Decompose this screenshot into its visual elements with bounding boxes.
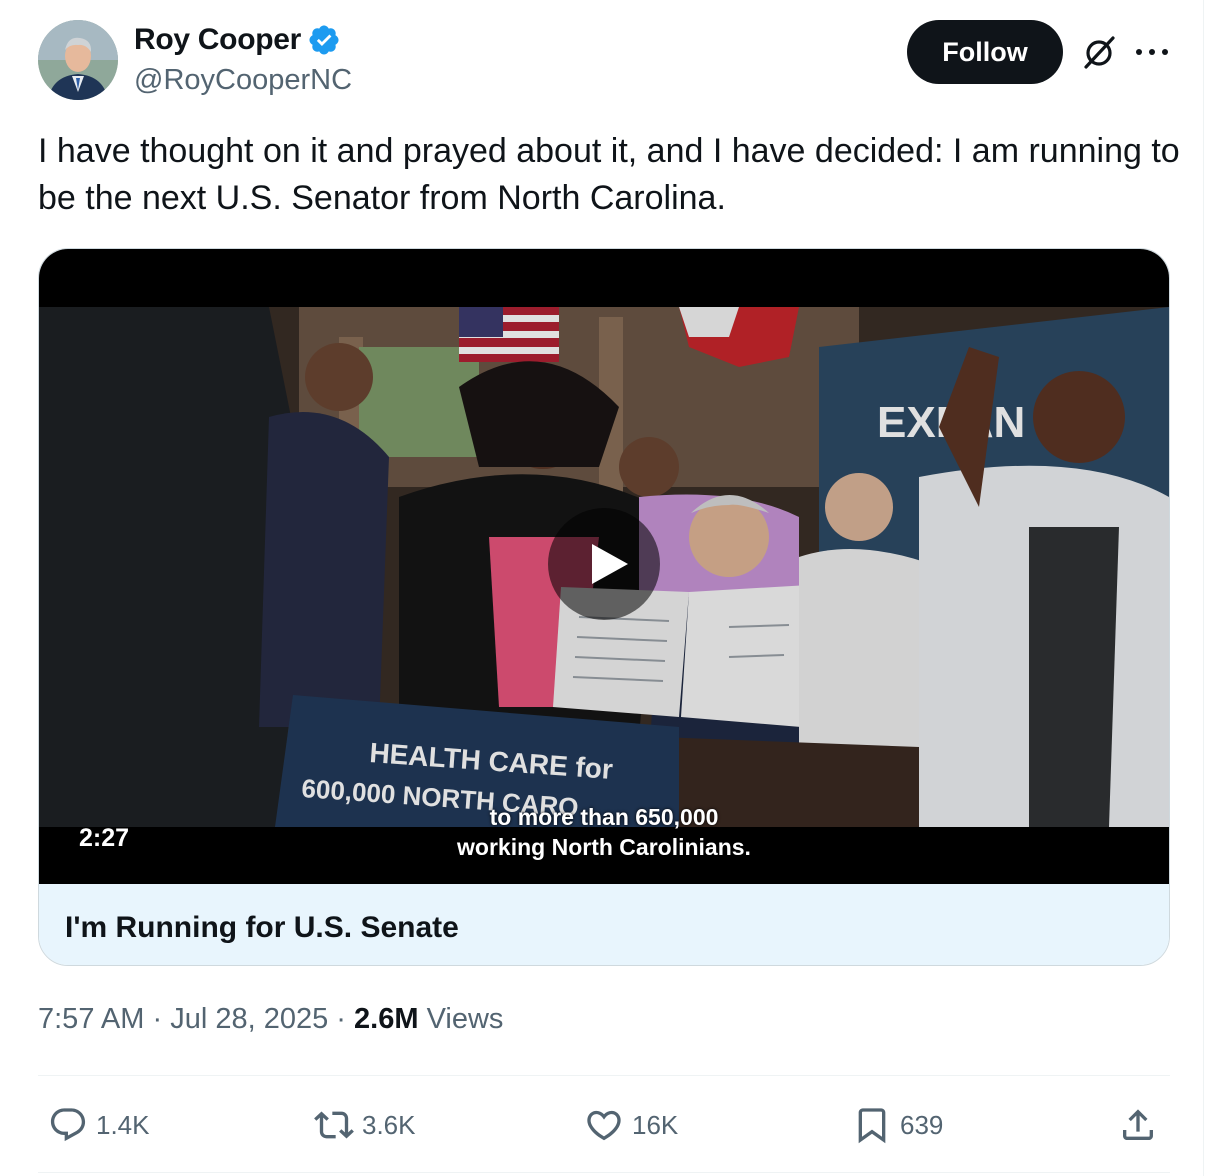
bookmark-count: 639: [900, 1109, 944, 1140]
meta-separator: ·: [336, 1003, 346, 1035]
like-count: 16K: [632, 1109, 679, 1140]
share-icon: [1123, 1109, 1153, 1140]
like-button[interactable]: 16K: [584, 1103, 678, 1147]
bookmark-icon: [858, 1108, 886, 1144]
follow-button[interactable]: Follow: [907, 20, 1063, 84]
tweet-card: Roy Cooper @RoyCooperNC Follow I have th…: [0, 0, 1204, 1176]
views-label: Views: [426, 1003, 504, 1035]
more-icon[interactable]: [1136, 38, 1168, 66]
author-handle[interactable]: @RoyCooperNC: [134, 64, 352, 97]
play-button[interactable]: [548, 508, 660, 620]
grok-icon[interactable]: [1080, 33, 1118, 71]
like-icon: [587, 1110, 621, 1141]
divider: [38, 1172, 1170, 1173]
tweet-text: I have thought on it and prayed about it…: [38, 132, 1180, 217]
divider: [38, 1075, 1170, 1076]
tweet-date[interactable]: Jul 28, 2025: [170, 1003, 328, 1035]
share-button[interactable]: [1118, 1103, 1166, 1147]
video-duration: 2:27: [79, 824, 130, 852]
author-name-row: Roy Cooper: [134, 22, 341, 58]
reply-button[interactable]: 1.4K: [48, 1103, 150, 1147]
avatar[interactable]: [38, 20, 118, 100]
caption-line-2: working North Carolinians.: [457, 834, 751, 860]
reply-count: 1.4K: [96, 1109, 150, 1140]
caption-line-1: to more than 650,000: [489, 804, 719, 830]
views-count: 2.6M: [354, 1003, 419, 1035]
verified-badge-icon: [309, 25, 339, 55]
meta-separator: ·: [152, 1003, 163, 1035]
bookmark-button[interactable]: 639: [852, 1103, 943, 1147]
tweet-meta: 7:57 AM · Jul 28, 2025 · 2.6M Views: [38, 1003, 503, 1036]
video-player[interactable]: EXPAN: [39, 249, 1169, 884]
play-icon: [592, 544, 628, 584]
video-card[interactable]: EXPAN: [38, 248, 1170, 966]
reply-icon: [50, 1108, 86, 1142]
repost-button[interactable]: 3.6K: [314, 1103, 416, 1147]
repost-icon: [314, 1111, 354, 1139]
video-title-bar[interactable]: I'm Running for U.S. Senate: [39, 884, 1169, 965]
author-name[interactable]: Roy Cooper: [134, 23, 301, 57]
tweet-time[interactable]: 7:57 AM: [38, 1003, 144, 1035]
repost-count: 3.6K: [362, 1109, 416, 1140]
video-title[interactable]: I'm Running for U.S. Senate: [65, 911, 459, 945]
video-caption: to more than 650,000 working North Carol…: [439, 802, 769, 862]
